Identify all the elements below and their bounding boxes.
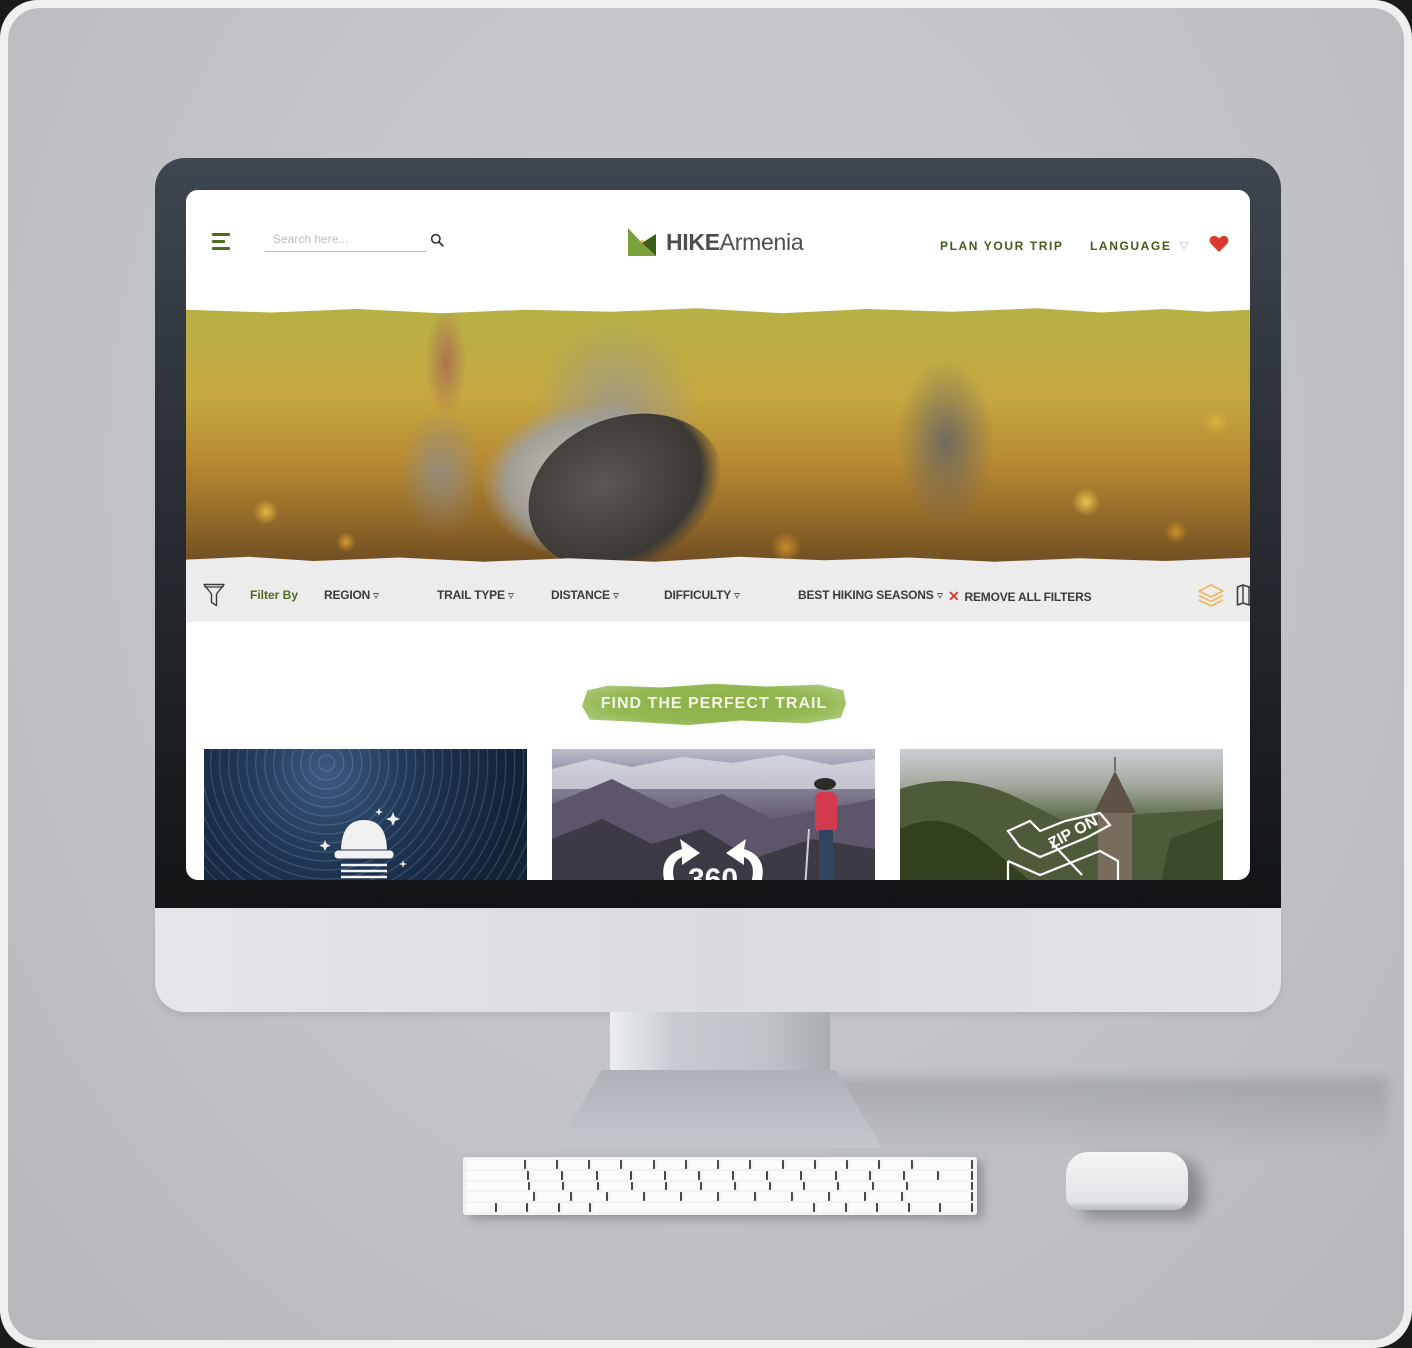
chevron-down-icon [373,593,380,599]
monitor-chin [155,908,1281,1012]
remove-all-filters-button[interactable]: ✕ REMOVE ALL FILTERS [948,588,1092,605]
funnel-icon[interactable] [203,583,225,607]
hero-banner [186,302,1250,568]
logo-text: HIKEArmenia [666,228,804,255]
chevron-down-icon [734,593,741,599]
logo-mountain-icon [628,228,656,256]
filter-region[interactable]: REGION [324,588,380,602]
site-logo[interactable]: HIKEArmenia [628,227,804,257]
nav-plan-your-trip[interactable]: PLAN YOUR TRIP [940,239,1064,253]
filter-difficulty[interactable]: DIFFICULTY [664,588,741,602]
filter-label: DISTANCE [551,588,610,602]
canvas-frame: HIKEArmenia PLAN YOUR TRIP LANGUAGE [0,0,1412,1348]
search-input[interactable] [265,226,427,251]
keyboard-row [467,1192,974,1202]
section-headline: FIND THE PERFECT TRAIL [600,695,828,712]
layers-icon[interactable] [1197,581,1225,609]
hamburger-menu-icon[interactable] [212,233,232,253]
hiker-figure [804,778,837,880]
desk-shadow [828,1078,1388,1158]
chevron-down-icon [507,593,514,599]
zip-on-badge-icon: ZIP ON [1006,811,1120,880]
language-label: LANGUAGE [1090,239,1172,253]
remove-all-label: REMOVE ALL FILTERS [964,589,1092,604]
trail-card-observatory[interactable] [204,749,527,880]
monitor-stand-base [556,1070,882,1148]
filter-bar: Filter By REGION TRAIL TYPE DISTANCE DIF… [186,568,1250,622]
keyboard-row [467,1181,974,1191]
keyboard-row [467,1160,973,1169]
chevron-down-icon [1179,242,1190,250]
filter-distance[interactable]: DISTANCE [551,588,619,602]
search-field [265,226,427,252]
keyboard-row [467,1170,974,1180]
filter-label: REGION [324,588,371,602]
hero-autumn-leaves [186,302,1250,568]
filter-label: DIFFICULTY [664,588,732,602]
filter-label: TRAIL TYPE [437,588,505,602]
filter-best-hiking-seasons[interactable]: BEST HIKING SEASONS [798,588,943,602]
trail-card-360-panorama[interactable]: 360 [552,749,875,880]
heart-icon[interactable] [1209,235,1229,253]
close-icon: ✕ [948,588,960,604]
chevron-down-icon [612,593,619,599]
monitor-stand-neck [610,1012,830,1072]
nav-language-dropdown[interactable]: LANGUAGE [1090,239,1190,253]
mouse [1066,1152,1188,1210]
keyboard [463,1157,977,1215]
keyboard-row [467,1203,974,1212]
trail-card-zip-on[interactable]: ZIP ON [900,749,1223,880]
observatory-icon [319,808,407,879]
filter-trail-type[interactable]: TRAIL TYPE [437,588,514,602]
chevron-down-icon [936,593,943,599]
map-icon[interactable] [1236,583,1250,607]
browser-screen: HIKEArmenia PLAN YOUR TRIP LANGUAGE [186,190,1250,880]
site-header: HIKEArmenia PLAN YOUR TRIP LANGUAGE [186,190,1250,302]
search-icon[interactable] [430,233,444,247]
card-badge-360: 360 [688,863,738,880]
filter-label: BEST HIKING SEASONS [798,588,934,602]
rotate-360-icon: 360 [663,839,763,880]
filter-by-label: Filter By [250,588,299,602]
